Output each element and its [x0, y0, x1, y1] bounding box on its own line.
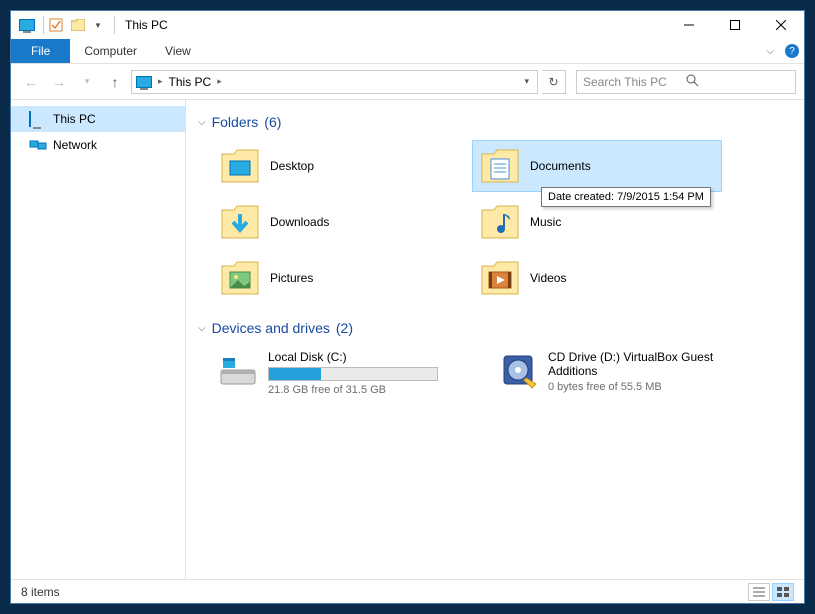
titlebar: ▼ This PC: [11, 11, 804, 39]
body: This PC Network ⌵ Folders (6): [11, 100, 804, 579]
close-button[interactable]: [758, 11, 804, 39]
recent-dropdown[interactable]: ▾: [75, 70, 99, 94]
tooltip: Date created: 7/9/2015 1:54 PM: [541, 187, 711, 207]
group-label: Devices and drives: [212, 320, 330, 336]
search-placeholder: Search This PC: [583, 75, 686, 89]
app-icon: [19, 17, 35, 33]
group-count: (6): [264, 114, 281, 130]
drive-local-c[interactable]: Local Disk (C:) 21.8 GB free of 31.5 GB: [212, 346, 482, 402]
help-button[interactable]: ?: [780, 39, 804, 63]
status-bar: 8 items: [11, 579, 804, 603]
explorer-window: ▼ This PC File Computer View ⌵ ? ← → ▾ ↑…: [10, 10, 805, 604]
sidebar-item-label: This PC: [53, 112, 96, 126]
status-text: 8 items: [21, 585, 60, 599]
videos-icon: [480, 258, 520, 298]
group-header-folders[interactable]: ⌵ Folders (6): [194, 108, 804, 140]
address-dropdown-icon[interactable]: ▾: [520, 76, 533, 87]
group-header-drives[interactable]: ⌵ Devices and drives (2): [194, 314, 804, 346]
folder-videos[interactable]: Videos: [472, 252, 722, 304]
up-button[interactable]: ↑: [103, 70, 127, 94]
group-count: (2): [336, 320, 353, 336]
navigation-bar: ← → ▾ ↑ ▸ This PC ▸ ▾ ↻ Search This PC: [11, 64, 804, 100]
tab-view[interactable]: View: [151, 39, 205, 63]
search-icon[interactable]: [686, 74, 789, 90]
folder-label: Music: [530, 215, 561, 229]
tab-computer[interactable]: Computer: [70, 39, 151, 63]
cd-drive-icon: [498, 350, 538, 390]
navigation-pane: This PC Network: [11, 100, 186, 579]
sidebar-item-this-pc[interactable]: This PC: [11, 106, 185, 132]
folder-label: Videos: [530, 271, 566, 285]
drive-cd-d[interactable]: CD Drive (D:) VirtualBox Guest Additions…: [492, 346, 762, 402]
drive-info: CD Drive (D:) VirtualBox Guest Additions…: [548, 350, 756, 398]
music-icon: [480, 202, 520, 242]
network-icon: [29, 138, 47, 152]
group-label: Folders: [212, 114, 259, 130]
folders-grid: Desktop Documents Date created: 7/9/2015…: [194, 140, 804, 304]
chevron-down-icon: ⌵: [198, 117, 206, 128]
drives-grid: Local Disk (C:) 21.8 GB free of 31.5 GB …: [194, 346, 804, 402]
window-title: This PC: [125, 18, 168, 32]
back-button[interactable]: ←: [19, 70, 43, 94]
chevron-right-icon[interactable]: ▸: [156, 76, 165, 87]
drive-stats: 0 bytes free of 55.5 MB: [548, 381, 756, 393]
folder-label: Desktop: [270, 159, 314, 173]
chevron-down-icon: ⌵: [198, 323, 206, 334]
file-menu[interactable]: File: [11, 39, 70, 63]
address-bar[interactable]: ▸ This PC ▸ ▾: [131, 70, 538, 94]
folder-label: Documents: [530, 159, 591, 173]
pictures-icon: [220, 258, 260, 298]
drive-stats: 21.8 GB free of 31.5 GB: [268, 384, 476, 396]
refresh-button[interactable]: ↻: [542, 70, 566, 94]
view-details-button[interactable]: [748, 583, 770, 601]
breadcrumb[interactable]: This PC: [165, 75, 216, 89]
content-pane[interactable]: ⌵ Folders (6) Desktop Documents Date cre…: [186, 100, 804, 579]
hdd-icon: [218, 350, 258, 390]
forward-button[interactable]: →: [47, 70, 71, 94]
folder-downloads[interactable]: Downloads: [212, 196, 462, 248]
sidebar-item-network[interactable]: Network: [11, 132, 185, 158]
search-input[interactable]: Search This PC: [576, 70, 796, 94]
view-tiles-button[interactable]: [772, 583, 794, 601]
drive-name: CD Drive (D:) VirtualBox Guest Additions: [548, 350, 756, 378]
maximize-button[interactable]: [712, 11, 758, 39]
ribbon-tabs: File Computer View ⌵ ?: [11, 39, 804, 64]
address-icon: [136, 74, 152, 90]
quick-access-toolbar: [48, 17, 90, 33]
drive-name: Local Disk (C:): [268, 350, 476, 364]
drive-info: Local Disk (C:) 21.8 GB free of 31.5 GB: [268, 350, 476, 398]
chevron-right-icon[interactable]: ▸: [215, 76, 224, 87]
minimize-button[interactable]: [666, 11, 712, 39]
folder-pictures[interactable]: Pictures: [212, 252, 462, 304]
qat-newfolder-icon[interactable]: [70, 17, 86, 33]
qat-dropdown-icon[interactable]: ▼: [90, 17, 106, 33]
folder-documents[interactable]: Documents Date created: 7/9/2015 1:54 PM: [472, 140, 722, 192]
folder-label: Pictures: [270, 271, 313, 285]
pc-icon: [29, 112, 47, 126]
desktop-icon: [220, 146, 260, 186]
folder-label: Downloads: [270, 215, 329, 229]
downloads-icon: [220, 202, 260, 242]
capacity-bar: [268, 367, 438, 381]
folder-desktop[interactable]: Desktop: [212, 140, 462, 192]
ribbon-expand-icon[interactable]: ⌵: [760, 39, 780, 63]
documents-icon: [480, 146, 520, 186]
sidebar-item-label: Network: [53, 138, 97, 152]
qat-properties-icon[interactable]: [48, 17, 64, 33]
